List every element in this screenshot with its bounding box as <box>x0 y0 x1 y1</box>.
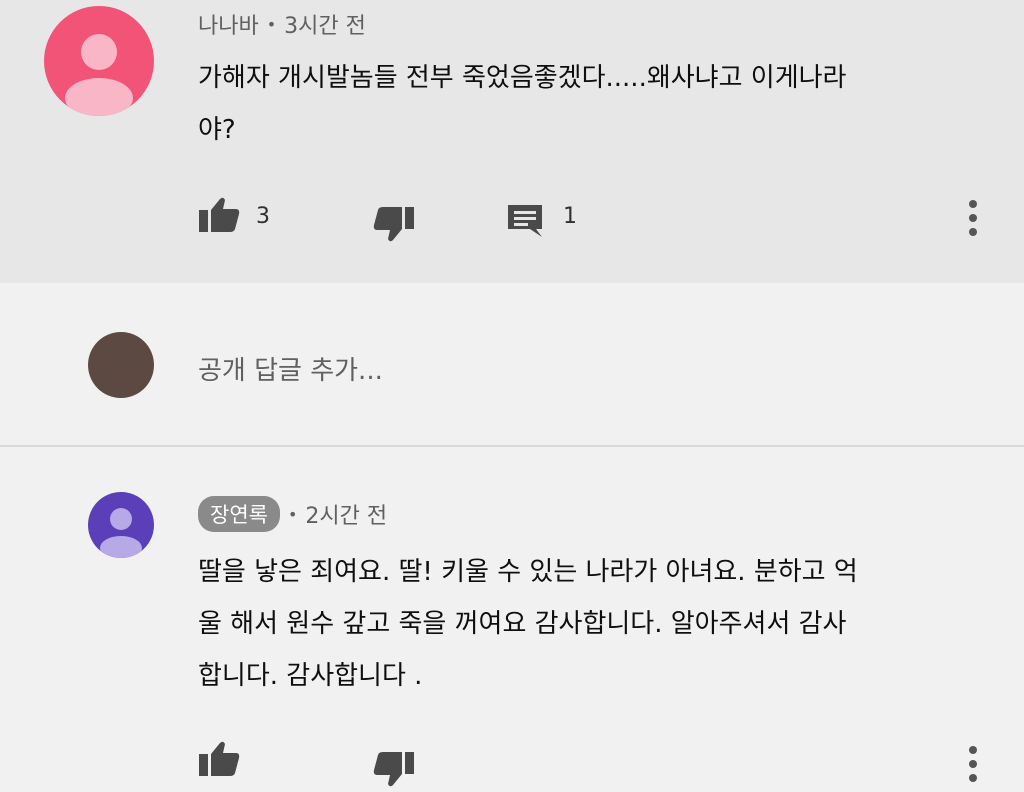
timestamp[interactable]: 3시간 전 <box>284 8 366 40</box>
thumb-down-icon[interactable] <box>373 205 415 247</box>
comment-line: 울 해서 원수 갚고 죽을 꺼여요 감사합니다. 알아주셔서 감사 <box>198 609 847 639</box>
author-badge[interactable]: 장연록 <box>198 496 280 532</box>
comment-text: 딸을 낳은 죄여요. 딸! 키울 수 있는 나라가 아녀요. 분하고 억 울 해… <box>198 546 858 702</box>
comment-line: 딸을 낳은 죄여요. 딸! 키울 수 있는 나라가 아녀요. 분하고 억 <box>198 557 858 587</box>
comment-line: 합니다. 감사합니다 . <box>198 661 423 691</box>
comment-meta: 장연록 • 2시간 전 <box>198 496 387 532</box>
like-count: 3 <box>256 204 270 229</box>
comment-icon[interactable] <box>506 203 544 243</box>
comment-line: 야? <box>198 115 236 145</box>
thumb-up-icon[interactable] <box>198 740 240 782</box>
thumb-up-icon[interactable] <box>198 196 240 238</box>
author-name[interactable]: 나나바 <box>198 8 259 40</box>
separator-dot: • <box>266 14 277 34</box>
reply-count[interactable]: 1 <box>563 204 577 229</box>
comment-line: 가해자 개시발놈들 전부 죽었음좋겠다.....왜사냐고 이게나라 <box>198 63 847 93</box>
avatar[interactable] <box>88 492 154 558</box>
comment-text: 가해자 개시발놈들 전부 죽었음좋겠다.....왜사냐고 이게나라 야? <box>198 52 846 156</box>
avatar[interactable] <box>44 6 154 116</box>
reply-input[interactable]: 공개 답글 추가... <box>198 350 383 387</box>
more-vert-icon[interactable] <box>966 745 980 787</box>
thumb-down-icon[interactable] <box>373 750 415 792</box>
comment-meta: 나나바 • 3시간 전 <box>198 8 366 40</box>
timestamp[interactable]: 2시간 전 <box>305 498 387 530</box>
more-vert-icon[interactable] <box>966 199 980 241</box>
avatar <box>88 332 154 398</box>
separator-dot: • <box>287 504 298 524</box>
